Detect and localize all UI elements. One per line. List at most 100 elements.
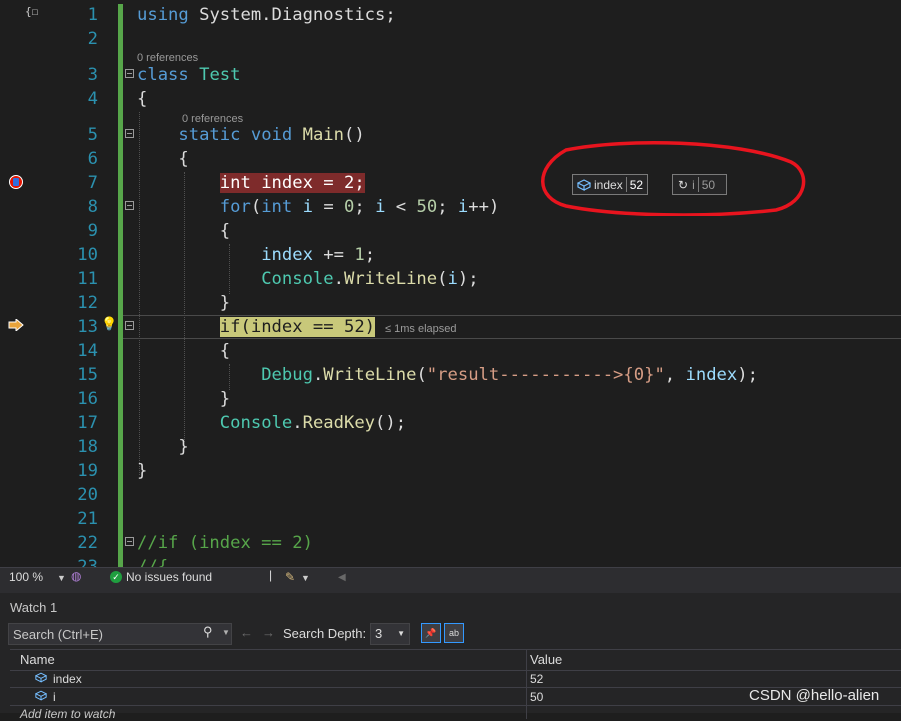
code-line[interactable]: 4{ bbox=[0, 87, 901, 111]
code-text[interactable]: } bbox=[137, 459, 147, 483]
code-line[interactable]: 16 } bbox=[0, 387, 901, 411]
code-line[interactable]: 2 bbox=[0, 27, 901, 51]
code-text[interactable]: //{ bbox=[137, 555, 168, 567]
code-text[interactable]: { bbox=[137, 147, 188, 171]
watch-title[interactable]: Watch 1 bbox=[10, 600, 57, 615]
search-forward-icon[interactable]: → bbox=[262, 625, 275, 640]
collapse-icon[interactable] bbox=[125, 321, 134, 330]
code-line[interactable]: 3 class Test bbox=[0, 63, 901, 87]
code-text[interactable]: { bbox=[137, 87, 147, 111]
watch-name[interactable]: index bbox=[53, 672, 82, 686]
scroll-left-icon[interactable]: ◀ bbox=[338, 572, 346, 583]
code-text[interactable]: Console.WriteLine(i); bbox=[137, 267, 479, 291]
code-text[interactable]: } bbox=[137, 291, 230, 315]
code-editor[interactable]: {☐ 1 using System.Diagnostics; 2 3 class Tes… bbox=[0, 0, 901, 567]
code-line[interactable]: 10 index += 1; bbox=[0, 243, 901, 267]
code-text[interactable]: class Test bbox=[137, 63, 241, 87]
code-token: ); bbox=[457, 269, 479, 289]
code-line[interactable]: 17 Console.ReadKey(); bbox=[0, 411, 901, 435]
copilot-icon[interactable]: ◍ bbox=[71, 569, 81, 583]
code-line[interactable]: 20 bbox=[0, 483, 901, 507]
lightbulb-icon[interactable]: 💡 bbox=[101, 316, 117, 332]
code-text[interactable]: { bbox=[137, 339, 230, 363]
code-text[interactable]: for(int i = 0; i < 50; i++) bbox=[137, 195, 500, 219]
code-text[interactable]: } bbox=[137, 387, 230, 411]
code-token: using bbox=[137, 5, 189, 25]
search-back-icon[interactable]: ← bbox=[240, 625, 253, 640]
watch-header: Name Value bbox=[10, 649, 901, 671]
code-cleanup-dropdown-icon[interactable]: ▼ bbox=[301, 573, 310, 583]
issues-status[interactable]: No issues found bbox=[126, 570, 212, 584]
watermark: CSDN @hello-alien bbox=[749, 687, 880, 704]
code-token: for bbox=[219, 197, 251, 217]
code-line[interactable]: 15 Debug.WriteLine("result----------->{0… bbox=[0, 363, 901, 387]
line-number: 3 bbox=[87, 65, 98, 85]
code-text[interactable]: Debug.WriteLine("result----------->{0}",… bbox=[137, 363, 758, 387]
code-token: ); bbox=[737, 365, 758, 385]
code-cleanup-icon[interactable]: ✎ bbox=[285, 570, 295, 584]
line-number: 16 bbox=[77, 389, 98, 409]
zoom-level[interactable]: 100 % bbox=[9, 570, 43, 584]
code-token: (); bbox=[375, 413, 407, 433]
collapse-icon[interactable] bbox=[125, 129, 134, 138]
breakpoint-icon[interactable] bbox=[9, 175, 23, 189]
column-name[interactable]: Name bbox=[20, 652, 55, 667]
code-text[interactable]: { bbox=[137, 219, 230, 243]
collapse-icon[interactable] bbox=[125, 537, 134, 546]
code-line[interactable]: 19} bbox=[0, 459, 901, 483]
code-text[interactable]: if(index == 52) ≤ 1ms elapsed bbox=[137, 315, 456, 341]
line-number: 7 bbox=[87, 173, 98, 193]
code-line[interactable]: 21 bbox=[0, 507, 901, 531]
code-line[interactable]: 1 using System.Diagnostics; bbox=[0, 3, 901, 27]
code-line[interactable]: 14 { bbox=[0, 339, 901, 363]
separator: | bbox=[269, 568, 273, 582]
code-line[interactable]: 22 //if (index == 2) bbox=[0, 531, 901, 555]
code-token: int index = 2; bbox=[219, 173, 365, 193]
collapse-icon[interactable] bbox=[125, 201, 134, 210]
code-text[interactable]: } bbox=[137, 435, 188, 459]
code-text[interactable]: Console.ReadKey(); bbox=[137, 411, 406, 435]
code-line[interactable]: 9 { bbox=[0, 219, 901, 243]
line-number: 12 bbox=[77, 293, 98, 313]
code-line[interactable]: 13 if(index == 52) ≤ 1ms elapsed bbox=[0, 315, 901, 339]
code-token: } bbox=[137, 461, 148, 481]
code-token: < bbox=[385, 197, 417, 217]
perf-tip[interactable]: ≤ 1ms elapsed bbox=[385, 323, 456, 335]
code-token: if(index == 52) bbox=[219, 317, 376, 337]
code-token: } bbox=[137, 293, 231, 313]
code-token: { bbox=[137, 89, 148, 109]
hex-display-icon[interactable]: ab bbox=[444, 623, 464, 643]
code-text[interactable]: int index = 2; bbox=[137, 171, 365, 195]
add-item-to-watch[interactable]: Add item to watch bbox=[20, 707, 115, 721]
code-line[interactable]: 18 } bbox=[0, 435, 901, 459]
editor-status-bar: 100 % ▼ ◍ ✓ No issues found | ✎ ▼ ◀ bbox=[0, 567, 901, 587]
code-line[interactable]: 12 } bbox=[0, 291, 901, 315]
code-line[interactable]: 11 Console.WriteLine(i); bbox=[0, 267, 901, 291]
zoom-dropdown-icon[interactable]: ▼ bbox=[57, 573, 66, 583]
code-line[interactable]: 23 //{ bbox=[0, 555, 901, 567]
search-icon[interactable]: ⚲ bbox=[203, 624, 213, 640]
code-token: = bbox=[312, 197, 345, 217]
table-row[interactable]: index 52 bbox=[10, 670, 901, 688]
watch-name[interactable]: i bbox=[53, 690, 56, 704]
collapse-icon[interactable] bbox=[125, 69, 134, 78]
line-number: 19 bbox=[77, 461, 98, 481]
watch-value[interactable]: 50 bbox=[530, 690, 543, 704]
line-number: 20 bbox=[77, 485, 98, 505]
search-depth-select[interactable]: 3 ▼ bbox=[370, 623, 410, 645]
code-text[interactable]: using System.Diagnostics; bbox=[137, 3, 396, 27]
code-token: 0 bbox=[344, 197, 355, 217]
code-text[interactable]: index += 1; bbox=[137, 243, 375, 267]
search-input[interactable] bbox=[8, 623, 232, 645]
column-value[interactable]: Value bbox=[530, 652, 562, 667]
watch-value[interactable]: 52 bbox=[530, 672, 543, 686]
code-token: //if (index == 2) bbox=[137, 533, 313, 553]
codelens-references[interactable]: 0 references bbox=[182, 113, 243, 125]
code-token: ; bbox=[364, 245, 376, 265]
codelens-references[interactable]: 0 references bbox=[137, 52, 198, 64]
search-options-icon[interactable]: ▼ bbox=[222, 628, 230, 637]
code-text[interactable]: //if (index == 2) bbox=[137, 531, 313, 555]
pin-icon[interactable]: 📌 bbox=[421, 623, 441, 643]
code-text[interactable]: static void Main() bbox=[137, 123, 364, 147]
